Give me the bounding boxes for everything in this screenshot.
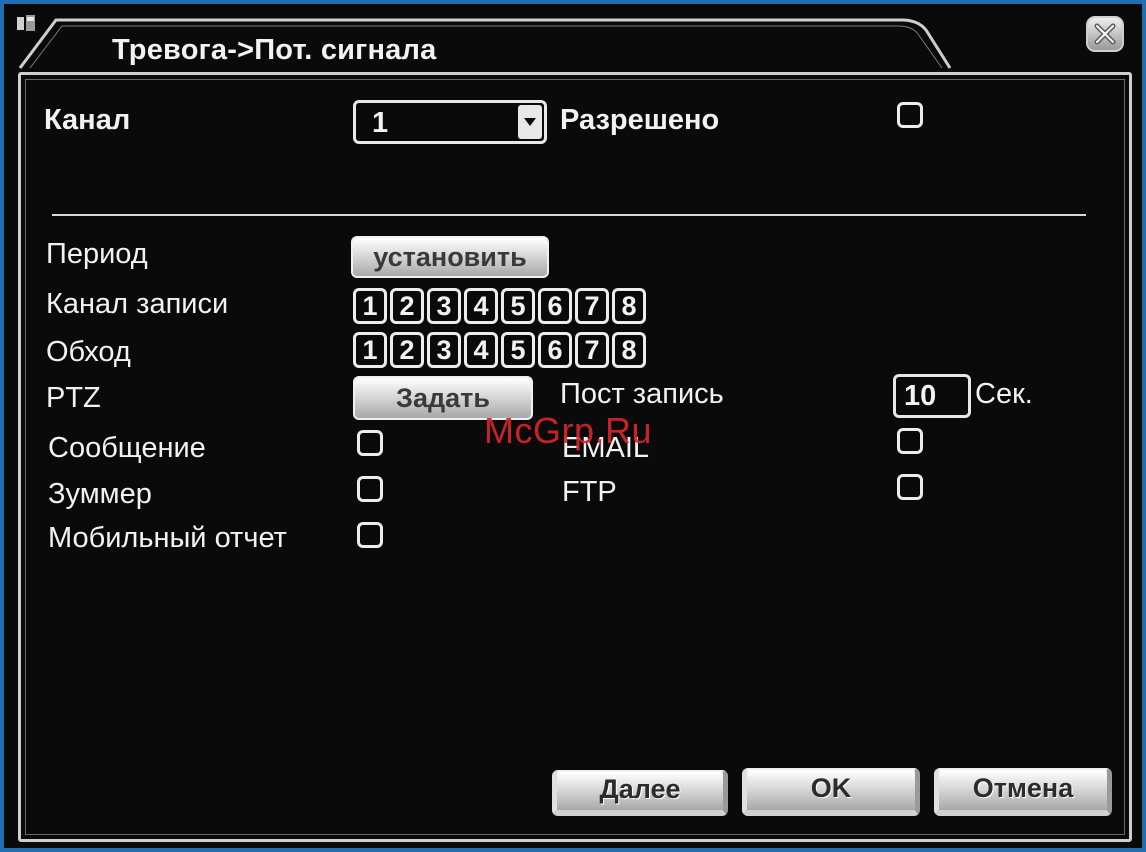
ptz-label: PTZ xyxy=(46,382,101,414)
tour-channel-4[interactable]: 4 xyxy=(464,332,498,368)
tour-label: Обход xyxy=(46,336,131,368)
record-channel-8[interactable]: 8 xyxy=(612,288,646,324)
cancel-button[interactable]: Отмена xyxy=(934,768,1112,816)
period-set-button[interactable]: установить xyxy=(351,236,549,278)
tour-channel-1[interactable]: 1 xyxy=(353,332,387,368)
mobile-report-checkbox[interactable] xyxy=(357,522,383,548)
record-channel-2[interactable]: 2 xyxy=(390,288,424,324)
section-divider xyxy=(52,214,1086,216)
message-label: Сообщение xyxy=(48,432,206,464)
buzzer-checkbox[interactable] xyxy=(357,476,383,502)
next-button[interactable]: Далее xyxy=(552,770,728,816)
tour-channel-5[interactable]: 5 xyxy=(501,332,535,368)
period-label: Период xyxy=(46,238,148,270)
record-channel-3[interactable]: 3 xyxy=(427,288,461,324)
watermark-text: McGrp.Ru xyxy=(484,410,653,451)
tour-channel-7[interactable]: 7 xyxy=(575,332,609,368)
channel-label: Канал xyxy=(44,104,131,136)
record-channel-5[interactable]: 5 xyxy=(501,288,535,324)
enabled-label: Разрешено xyxy=(560,104,720,136)
record-channel-label: Канал записи xyxy=(46,288,229,320)
ok-button[interactable]: OK xyxy=(742,768,920,816)
post-record-label: Пост запись xyxy=(560,378,724,410)
window-title: Тревога->Пот. сигнала xyxy=(112,34,437,66)
record-channel-6[interactable]: 6 xyxy=(538,288,572,324)
email-checkbox[interactable] xyxy=(897,428,923,454)
close-icon xyxy=(1094,23,1116,45)
mobile-report-label: Мобильный отчет xyxy=(48,522,287,554)
alarm-icon xyxy=(17,15,35,31)
record-channel-7[interactable]: 7 xyxy=(575,288,609,324)
close-button[interactable] xyxy=(1086,16,1124,52)
post-record-unit: Сек. xyxy=(975,378,1033,410)
ftp-checkbox[interactable] xyxy=(897,474,923,500)
channel-select-value: 1 xyxy=(372,107,389,139)
record-channel-4[interactable]: 4 xyxy=(464,288,498,324)
buzzer-label: Зуммер xyxy=(48,478,152,510)
tour-channel-list: 1 2 3 4 5 6 7 8 xyxy=(353,332,646,368)
record-channel-1[interactable]: 1 xyxy=(353,288,387,324)
ftp-label: FTP xyxy=(562,476,617,508)
channel-select[interactable]: 1 xyxy=(353,100,547,144)
tour-channel-2[interactable]: 2 xyxy=(390,332,424,368)
post-record-input[interactable]: 10 xyxy=(893,374,971,418)
tour-channel-8[interactable]: 8 xyxy=(612,332,646,368)
tour-channel-3[interactable]: 3 xyxy=(427,332,461,368)
message-checkbox[interactable] xyxy=(357,430,383,456)
chevron-down-icon[interactable] xyxy=(518,105,542,139)
tour-channel-6[interactable]: 6 xyxy=(538,332,572,368)
record-channel-list: 1 2 3 4 5 6 7 8 xyxy=(353,288,646,324)
title-tab: Тревога->Пот. сигнала xyxy=(16,14,952,69)
dialog-window: Тревога->Пот. сигнала Канал 1 Разрешено … xyxy=(4,4,1142,848)
enabled-checkbox[interactable] xyxy=(897,102,923,128)
